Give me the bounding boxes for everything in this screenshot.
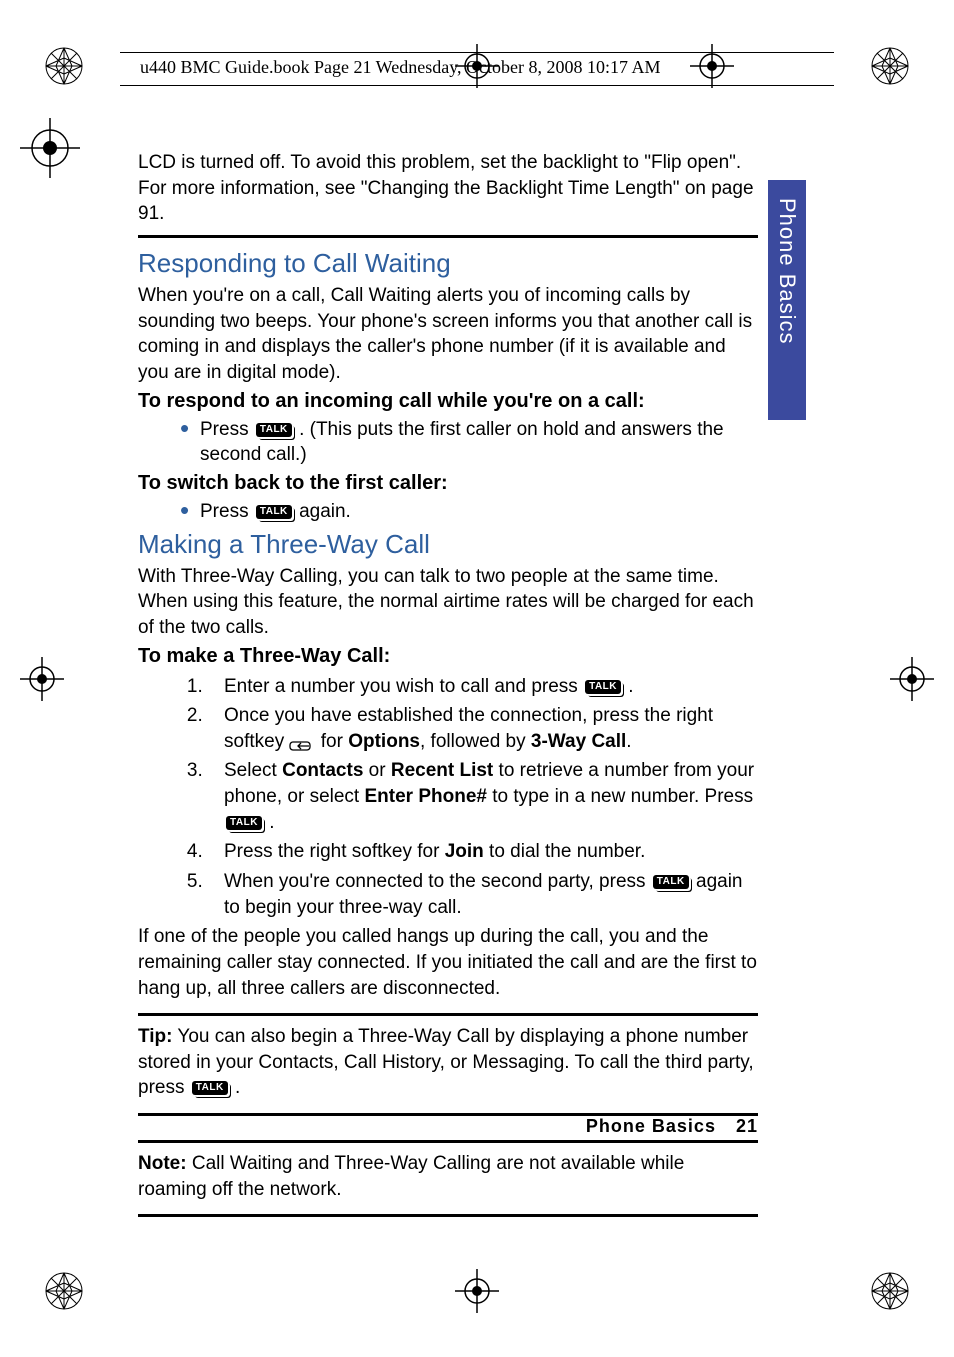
printer-mark-top-right xyxy=(868,44,912,88)
crosshair-mark-right xyxy=(890,657,934,701)
bullet-press-talk-again: Press TALK again. xyxy=(186,499,758,525)
heading-three-way-call: Making a Three-Way Call xyxy=(138,527,758,562)
subhead-make-three-way: To make a Three-Way Call: xyxy=(138,643,758,670)
talk-key-icon: TALK xyxy=(256,505,292,519)
footer-section: Phone Basics xyxy=(586,1116,716,1136)
text-fragment: for xyxy=(321,731,348,752)
divider xyxy=(138,1013,758,1016)
talk-key-icon: TALK xyxy=(653,875,689,889)
text-fragment: . xyxy=(235,1077,240,1098)
call-waiting-body: When you're on a call, Call Waiting aler… xyxy=(138,283,758,386)
text-fragment: Press xyxy=(200,501,254,522)
step-4: Press the right softkey for Join to dial… xyxy=(208,839,758,865)
divider xyxy=(138,1214,758,1217)
section-tab: Phone Basics xyxy=(768,180,806,420)
text-fragment: to type in a new number. Press xyxy=(487,786,753,807)
bullet-press-talk-hold: Press TALK . (This puts the first caller… xyxy=(186,417,758,468)
running-header: u440 BMC Guide.book Page 21 Wednesday, O… xyxy=(120,52,834,86)
step-2: Once you have established the connection… xyxy=(208,703,758,754)
text-fragment: , followed by xyxy=(420,731,531,752)
bold-term-enter-phone: Enter Phone# xyxy=(364,786,486,807)
heading-responding-to-call-waiting: Responding to Call Waiting xyxy=(138,246,758,281)
three-way-tail: If one of the people you called hangs up… xyxy=(138,924,758,1001)
talk-key-icon: TALK xyxy=(256,423,292,437)
bold-term-join: Join xyxy=(445,841,484,862)
text-fragment: . xyxy=(269,812,274,833)
divider xyxy=(138,235,758,238)
text-fragment: You can also begin a Three-Way Call by d… xyxy=(138,1026,754,1098)
subhead-switch-back: To switch back to the first caller: xyxy=(138,470,758,497)
text-fragment: . xyxy=(626,731,631,752)
note-label: Note: xyxy=(138,1153,187,1174)
text-fragment: Call Waiting and Three-Way Calling are n… xyxy=(138,1153,684,1200)
crosshair-mark-left xyxy=(20,657,64,701)
step-3: Select Contacts or Recent List to retrie… xyxy=(208,758,758,835)
talk-key-icon: TALK xyxy=(192,1081,228,1095)
page-content: LCD is turned off. To avoid this problem… xyxy=(138,150,758,1225)
bold-term-recent-list: Recent List xyxy=(391,760,493,781)
text-fragment: Press xyxy=(200,419,254,440)
talk-key-icon: TALK xyxy=(226,816,262,830)
ring-mark-left xyxy=(20,118,80,178)
bold-term-options: Options xyxy=(348,731,420,752)
crosshair-mark-bottom xyxy=(455,1269,499,1313)
step-1: Enter a number you wish to call and pres… xyxy=(208,674,758,700)
talk-key-icon: TALK xyxy=(585,680,621,694)
bold-term-3way: 3-Way Call xyxy=(531,731,626,752)
footer-page-number: 21 xyxy=(736,1116,758,1136)
section-tab-label: Phone Basics xyxy=(768,180,800,345)
text-fragment: When you're connected to the second part… xyxy=(224,871,651,892)
step-5: When you're connected to the second part… xyxy=(208,869,758,920)
intro-paragraph: LCD is turned off. To avoid this problem… xyxy=(138,150,758,227)
text-fragment: Select xyxy=(224,760,282,781)
text-fragment: Enter a number you wish to call and pres… xyxy=(224,676,583,697)
text-fragment: . xyxy=(628,676,633,697)
subhead-respond-incoming: To respond to an incoming call while you… xyxy=(138,388,758,415)
divider xyxy=(138,1140,758,1143)
text-fragment: to dial the number. xyxy=(484,841,646,862)
page-footer: Phone Basics 21 xyxy=(586,1116,758,1137)
note-block: Note: Call Waiting and Three-Way Calling… xyxy=(138,1151,758,1202)
right-softkey-icon xyxy=(289,735,315,749)
text-fragment: again. xyxy=(299,501,351,522)
printer-mark-bottom-left xyxy=(42,1269,86,1313)
bold-term-contacts: Contacts xyxy=(282,760,363,781)
three-way-body: With Three-Way Calling, you can talk to … xyxy=(138,564,758,641)
printer-mark-bottom-right xyxy=(868,1269,912,1313)
running-header-text: u440 BMC Guide.book Page 21 Wednesday, O… xyxy=(140,57,661,77)
tip-block: Tip: You can also begin a Three-Way Call… xyxy=(138,1024,758,1101)
text-fragment: Press the right softkey for xyxy=(224,841,445,862)
tip-label: Tip: xyxy=(138,1026,172,1047)
printer-mark-top-left xyxy=(42,44,86,88)
text-fragment: or xyxy=(363,760,390,781)
